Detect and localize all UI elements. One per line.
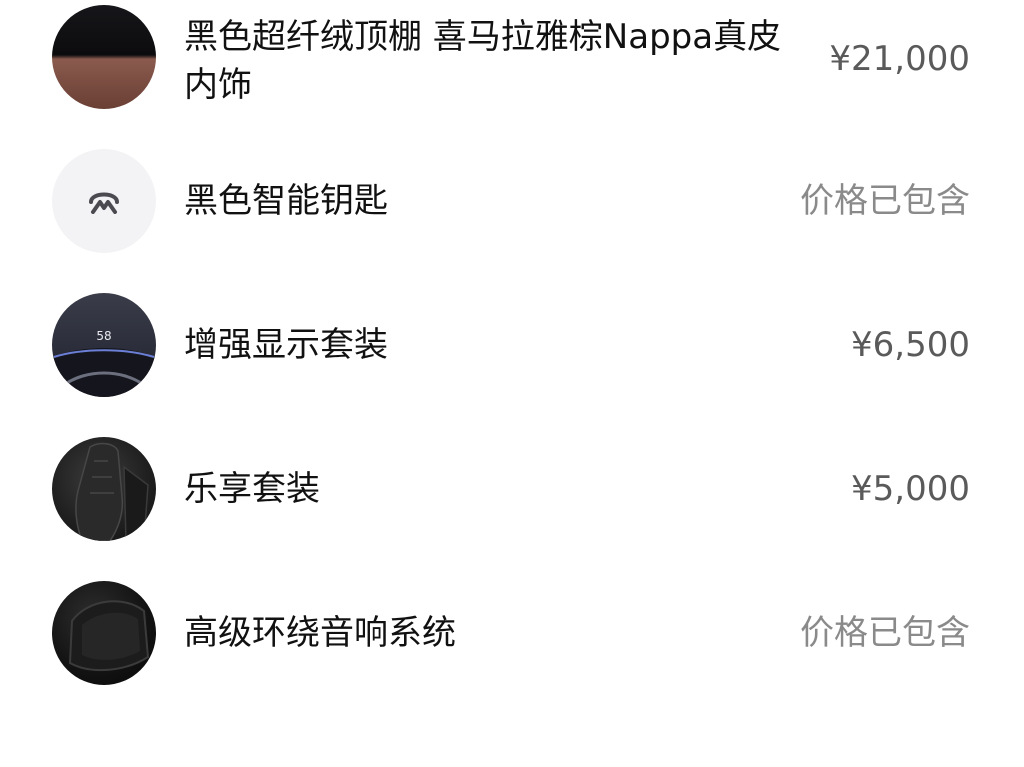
item-name: 黑色超纤绒顶棚 喜马拉雅棕Nappa真皮 内饰	[184, 17, 782, 105]
item-name: 高级环绕音响系统	[184, 613, 456, 653]
list-item[interactable]: 黑色超纤绒顶棚 喜马拉雅棕Nappa真皮 内饰 ¥21,000	[0, 5, 1024, 149]
interior-trim-image	[52, 5, 156, 109]
list-item[interactable]: 58 增强显示套装 ¥6,500	[0, 293, 1024, 437]
item-price: 价格已包含	[800, 613, 970, 653]
list-item[interactable]: 高级环绕音响系统 价格已包含	[0, 581, 1024, 725]
speaker-illustration	[68, 600, 150, 672]
list-item[interactable]: 乐享套装 ¥5,000	[0, 437, 1024, 581]
list-item[interactable]: 黑色智能钥匙 价格已包含	[0, 149, 1024, 293]
item-price: ¥21,000	[829, 39, 970, 79]
item-price: ¥6,500	[851, 325, 970, 365]
smart-key-icon	[52, 149, 156, 253]
nio-logo-icon	[89, 192, 119, 214]
item-name: 黑色智能钥匙	[184, 181, 388, 221]
hud-speed-text: 58	[96, 329, 111, 343]
seat-package-image	[52, 437, 156, 541]
item-name: 增强显示套装	[184, 325, 388, 365]
audio-system-image	[52, 581, 156, 685]
item-name: 乐享套装	[184, 469, 320, 509]
item-price: 价格已包含	[800, 181, 970, 221]
hud-illustration: 58	[52, 329, 156, 397]
option-list: 黑色超纤绒顶棚 喜马拉雅棕Nappa真皮 内饰 ¥21,000 黑色智能钥匙 价…	[0, 5, 1024, 725]
item-price: ¥5,000	[851, 469, 970, 509]
seat-illustration	[75, 442, 149, 541]
display-package-image: 58	[52, 293, 156, 397]
